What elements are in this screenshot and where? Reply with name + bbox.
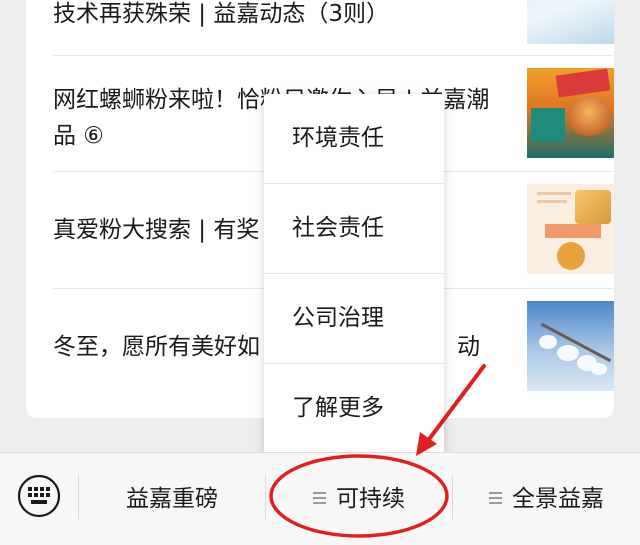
menu-item-environment[interactable]: 环境责任 <box>264 94 444 182</box>
menu-item-social[interactable]: 社会责任 <box>264 184 444 272</box>
menu-item-learn-more[interactable]: 了解更多 <box>264 364 444 452</box>
article-thumbnail <box>527 68 614 158</box>
menu-button-panorama[interactable]: 全景益嘉 <box>453 453 640 545</box>
menu-item-governance[interactable]: 公司治理 <box>264 274 444 362</box>
menu-button-sustainability[interactable]: 可持续 <box>266 453 452 545</box>
sustainability-submenu: 环境责任 社会责任 公司治理 了解更多 <box>264 94 444 454</box>
bottom-menu-bar: 益嘉重磅 可持续 全景益嘉 <box>0 452 640 545</box>
menu-button-yihai-highlights[interactable]: 益嘉重磅 <box>79 453 265 545</box>
menu-list-icon <box>313 491 326 504</box>
article-thumbnail <box>527 0 614 44</box>
article-title-tail: 动 <box>457 334 480 360</box>
menu-list-icon <box>489 491 502 504</box>
keyboard-icon[interactable] <box>17 474 61 518</box>
article-title: 技术再获殊荣 | 益嘉动态（3则） <box>53 1 390 27</box>
menu-button-label: 可持续 <box>336 486 405 512</box>
article-item[interactable]: 技术再获殊荣 | 益嘉动态（3则） <box>53 0 614 54</box>
menu-button-label: 全景益嘉 <box>512 486 604 512</box>
article-thumbnail <box>527 184 614 274</box>
article-thumbnail <box>527 301 614 391</box>
menu-button-label: 益嘉重磅 <box>126 486 218 512</box>
